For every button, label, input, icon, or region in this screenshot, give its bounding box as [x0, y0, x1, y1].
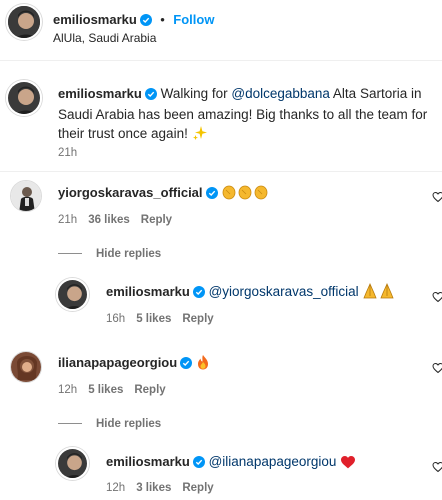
- caption-divider: [0, 171, 442, 172]
- hide-replies-button[interactable]: Hide replies: [58, 245, 161, 263]
- reply-username[interactable]: emiliosmarku: [106, 454, 190, 469]
- header-username[interactable]: emiliosmarku: [53, 12, 137, 27]
- reply-text: emiliosmarku @ilianapapageorgiou: [106, 452, 356, 474]
- header-title-row: emiliosmarku • Follow: [53, 11, 214, 31]
- hide-replies-label: Hide replies: [96, 417, 162, 430]
- verified-badge-icon: [144, 86, 157, 105]
- comment-likes[interactable]: 36 likes: [88, 214, 130, 226]
- reply-avatar[interactable]: [56, 447, 89, 480]
- caption-text: emiliosmarku Walking for @dolcegabbana A…: [58, 84, 436, 146]
- header-separator: •: [160, 12, 165, 27]
- header-divider: [0, 60, 442, 61]
- verified-badge-icon: [192, 454, 205, 473]
- hide-replies-button[interactable]: Hide replies: [58, 415, 161, 433]
- like-heart-icon[interactable]: [432, 460, 442, 478]
- like-heart-icon[interactable]: [432, 290, 442, 308]
- caption-time: 21h: [58, 147, 78, 159]
- comment-time: 12h: [58, 384, 78, 396]
- header-avatar[interactable]: [6, 4, 42, 40]
- caption-username[interactable]: emiliosmarku: [58, 86, 142, 101]
- comment-text: ilianapapageorgiou: [58, 353, 210, 375]
- reply-button[interactable]: Reply: [182, 313, 213, 325]
- reply-username[interactable]: emiliosmarku: [106, 284, 190, 299]
- caption-mention[interactable]: @dolcegabbana: [231, 86, 330, 101]
- reply-button[interactable]: Reply: [134, 384, 165, 396]
- hide-replies-label: Hide replies: [96, 247, 162, 260]
- comment-meta: 12h 5 likes Reply: [58, 384, 177, 396]
- reply-button[interactable]: Reply: [182, 482, 213, 494]
- comment-avatar[interactable]: [10, 180, 42, 212]
- follow-button[interactable]: Follow: [173, 12, 214, 27]
- reply-time: 12h: [106, 482, 126, 494]
- reply-likes[interactable]: 5 likes: [136, 313, 171, 325]
- verified-badge-icon: [139, 13, 152, 31]
- comment-likes[interactable]: 5 likes: [88, 384, 123, 396]
- comment-text: yiorgoskaravas_official: [58, 183, 269, 205]
- verified-badge-icon: [205, 185, 218, 204]
- folded-hands-emoji-icon: [362, 283, 396, 304]
- hide-replies-line: [58, 423, 82, 425]
- caption-text-before: Walking for: [160, 86, 232, 101]
- reply-likes[interactable]: 3 likes: [136, 482, 171, 494]
- red-heart-emoji-icon: [340, 455, 356, 474]
- sparkles-emoji-icon: [192, 125, 208, 146]
- like-heart-icon[interactable]: [432, 361, 442, 379]
- fire-emoji-icon: [196, 354, 210, 375]
- like-heart-icon[interactable]: [432, 190, 442, 208]
- reply-meta: 12h 3 likes Reply: [106, 482, 225, 494]
- verified-badge-icon: [192, 284, 205, 303]
- reply-button[interactable]: Reply: [141, 214, 172, 226]
- caption-avatar[interactable]: [6, 80, 42, 116]
- reply-text: emiliosmarku @yiorgoskaravas_official: [106, 282, 396, 304]
- comment-username[interactable]: ilianapapageorgiou: [58, 355, 177, 370]
- comment-meta: 21h 36 likes Reply: [58, 214, 183, 226]
- reply-meta: 16h 5 likes Reply: [106, 313, 225, 325]
- reply-time: 16h: [106, 313, 126, 325]
- header-location[interactable]: AlUla, Saudi Arabia: [53, 31, 156, 45]
- reply-mention[interactable]: @ilianapapageorgiou: [209, 454, 337, 469]
- clapping-hands-emoji-icon: [221, 184, 269, 205]
- verified-badge-icon: [180, 355, 193, 374]
- hide-replies-line: [58, 253, 82, 255]
- comment-time: 21h: [58, 214, 78, 226]
- reply-avatar[interactable]: [56, 278, 89, 311]
- comment-avatar[interactable]: [10, 351, 42, 383]
- reply-mention[interactable]: @yiorgoskaravas_official: [209, 284, 359, 299]
- comment-username[interactable]: yiorgoskaravas_official: [58, 185, 203, 200]
